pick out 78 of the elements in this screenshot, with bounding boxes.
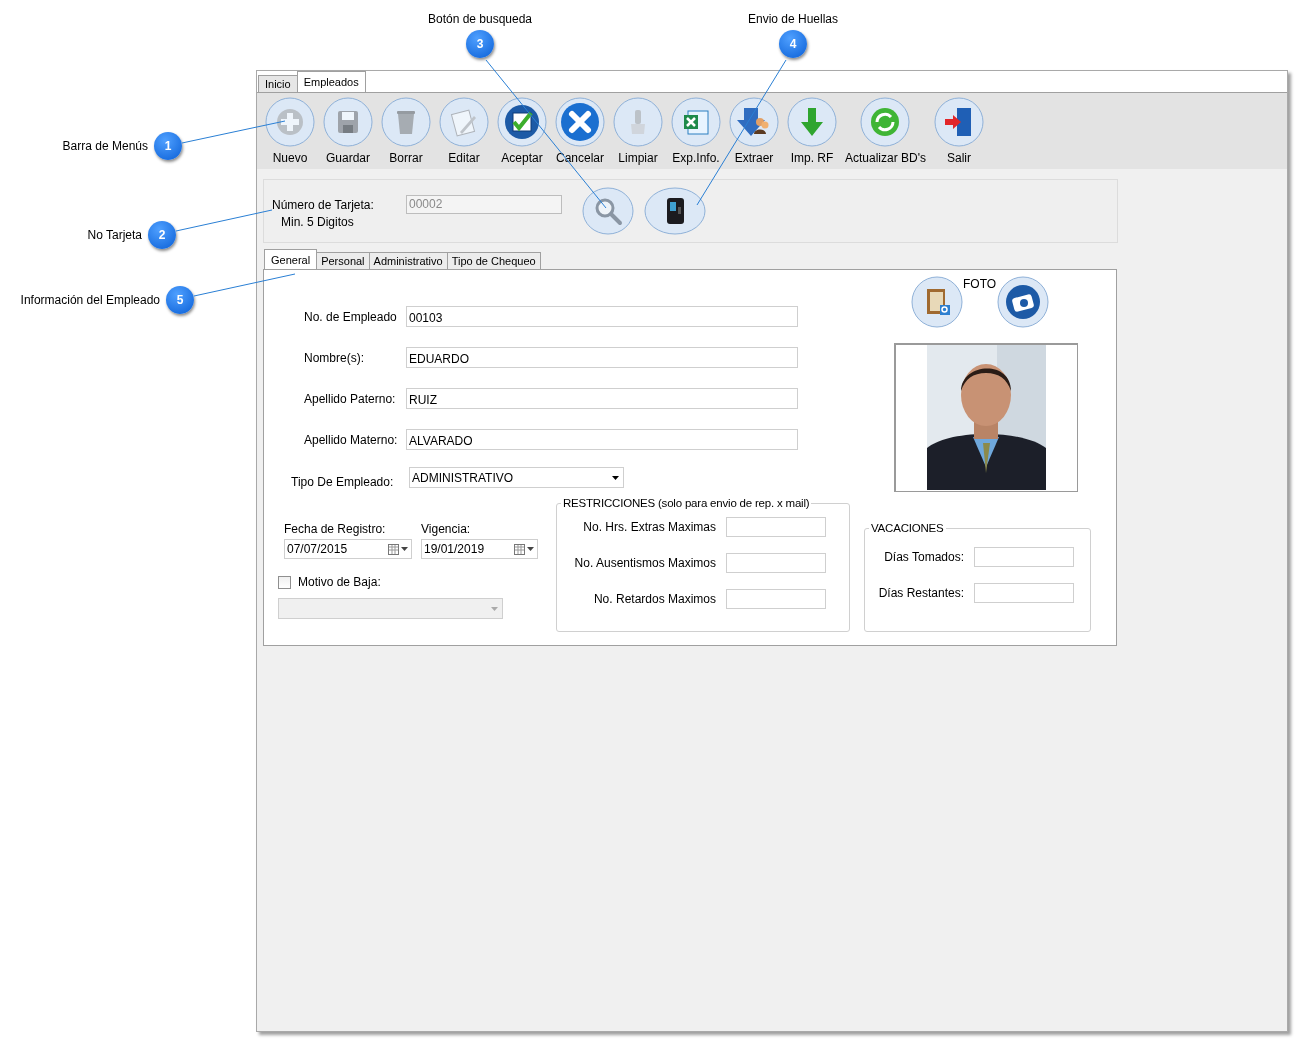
input-field[interactable]: EDUARDO <box>406 347 798 368</box>
field-label: Días Restantes: <box>878 586 964 600</box>
input-field[interactable] <box>974 583 1074 603</box>
field-label: Apellido Paterno: <box>304 391 397 406</box>
input-field[interactable] <box>726 553 826 573</box>
toolbar-button[interactable]: Extraer <box>727 97 781 165</box>
field-label: Tipo De Empleado: <box>291 475 395 489</box>
callout-badge: 1 <box>154 132 182 160</box>
address-book-button[interactable] <box>911 276 963 328</box>
refresh-icon <box>860 97 911 147</box>
field-label: Fecha de Registro: <box>284 522 387 536</box>
field-label: No. Hrs. Extras Maximas <box>583 520 716 534</box>
field-label: Número de Tarjeta: <box>272 197 375 212</box>
tab[interactable]: General <box>264 249 318 269</box>
tab[interactable]: Tipo de Chequeo <box>446 252 541 269</box>
input-field[interactable]: 00103 <box>406 306 798 327</box>
brush-icon <box>613 97 663 147</box>
dropdown[interactable] <box>278 598 503 619</box>
input-field[interactable]: ALVARADO <box>406 429 798 450</box>
toolbar-button[interactable]: Salir <box>932 97 986 165</box>
arrow-down-icon <box>787 97 837 147</box>
tab[interactable]: Personal <box>316 252 370 269</box>
plus-icon <box>265 97 315 147</box>
group-title: RESTRICCIONES (solo para envio de rep. x mail) <box>562 497 811 509</box>
callout-badge: 4 <box>779 30 807 58</box>
input-field[interactable] <box>726 517 826 537</box>
hint-text: Min. 5 Digitos <box>281 214 355 229</box>
calendar-icon <box>388 543 408 555</box>
date-field[interactable]: 07/07/2015 <box>284 539 412 559</box>
toolbar-button[interactable]: Imp. RF <box>785 97 839 165</box>
toolbar-button[interactable]: Cancelar <box>553 97 607 165</box>
close-icon <box>555 97 605 147</box>
callout-label: Envio de Huellas <box>747 12 839 26</box>
toolbar-button[interactable]: Actualizar BD's <box>843 97 928 165</box>
checkbox[interactable] <box>278 575 291 589</box>
scanner-button[interactable] <box>644 187 706 235</box>
field-label: No. Retardos Maximos <box>593 592 716 606</box>
search-button[interactable] <box>582 187 634 235</box>
field-label: Nombre(s): <box>304 350 365 365</box>
tab[interactable]: Empleados <box>296 71 366 92</box>
exit-door-icon <box>934 97 984 147</box>
tab[interactable]: Administrativo <box>368 252 448 269</box>
field-label: Apellido Materno: <box>304 432 399 447</box>
callout-label: Barra de Menús <box>62 139 148 153</box>
field-label: Días Tomados: <box>884 550 964 564</box>
tab[interactable]: Inicio <box>258 75 298 92</box>
callout-badge: 2 <box>148 221 176 249</box>
scanner-device-icon <box>644 187 706 235</box>
callout-badge: 5 <box>166 286 194 314</box>
field-label: No. de Empleado <box>304 309 398 324</box>
callout-badge: 3 <box>466 30 494 58</box>
spreadsheet-icon <box>671 97 721 147</box>
caret-icon <box>491 606 498 611</box>
checkbox-label: Motivo de Baja: <box>298 575 381 589</box>
photo-label: FOTO <box>963 277 997 291</box>
dropdown[interactable]: ADMINISTRATIVO <box>409 467 624 488</box>
toolbar-button[interactable]: Aceptar <box>495 97 549 165</box>
input-field[interactable] <box>726 589 826 609</box>
calendar-icon <box>514 543 534 555</box>
callout-label: Botón de busqueda <box>427 12 533 26</box>
callout-label: No Tarjeta <box>87 228 142 242</box>
address-book-icon <box>911 276 963 328</box>
field-label: No. Ausentismos Maximos <box>574 556 716 570</box>
notepad-icon <box>439 97 489 147</box>
group-title: VACACIONES <box>870 522 945 534</box>
search-icon <box>582 187 634 235</box>
trash-icon <box>381 97 431 147</box>
field-label: Vigencia: <box>421 522 471 536</box>
input-field[interactable]: RUIZ <box>406 388 798 409</box>
camera-button[interactable] <box>997 276 1049 328</box>
callout-label: Información del Empleado <box>20 293 160 307</box>
floppy-disk-icon <box>323 97 373 147</box>
checkmark-icon <box>497 97 547 147</box>
toolbar-button[interactable]: Exp.Info. <box>669 97 723 165</box>
date-field[interactable]: 19/01/2019 <box>421 539 538 559</box>
input-field[interactable] <box>974 547 1074 567</box>
camera-icon <box>997 276 1049 328</box>
caret-icon <box>612 475 619 480</box>
